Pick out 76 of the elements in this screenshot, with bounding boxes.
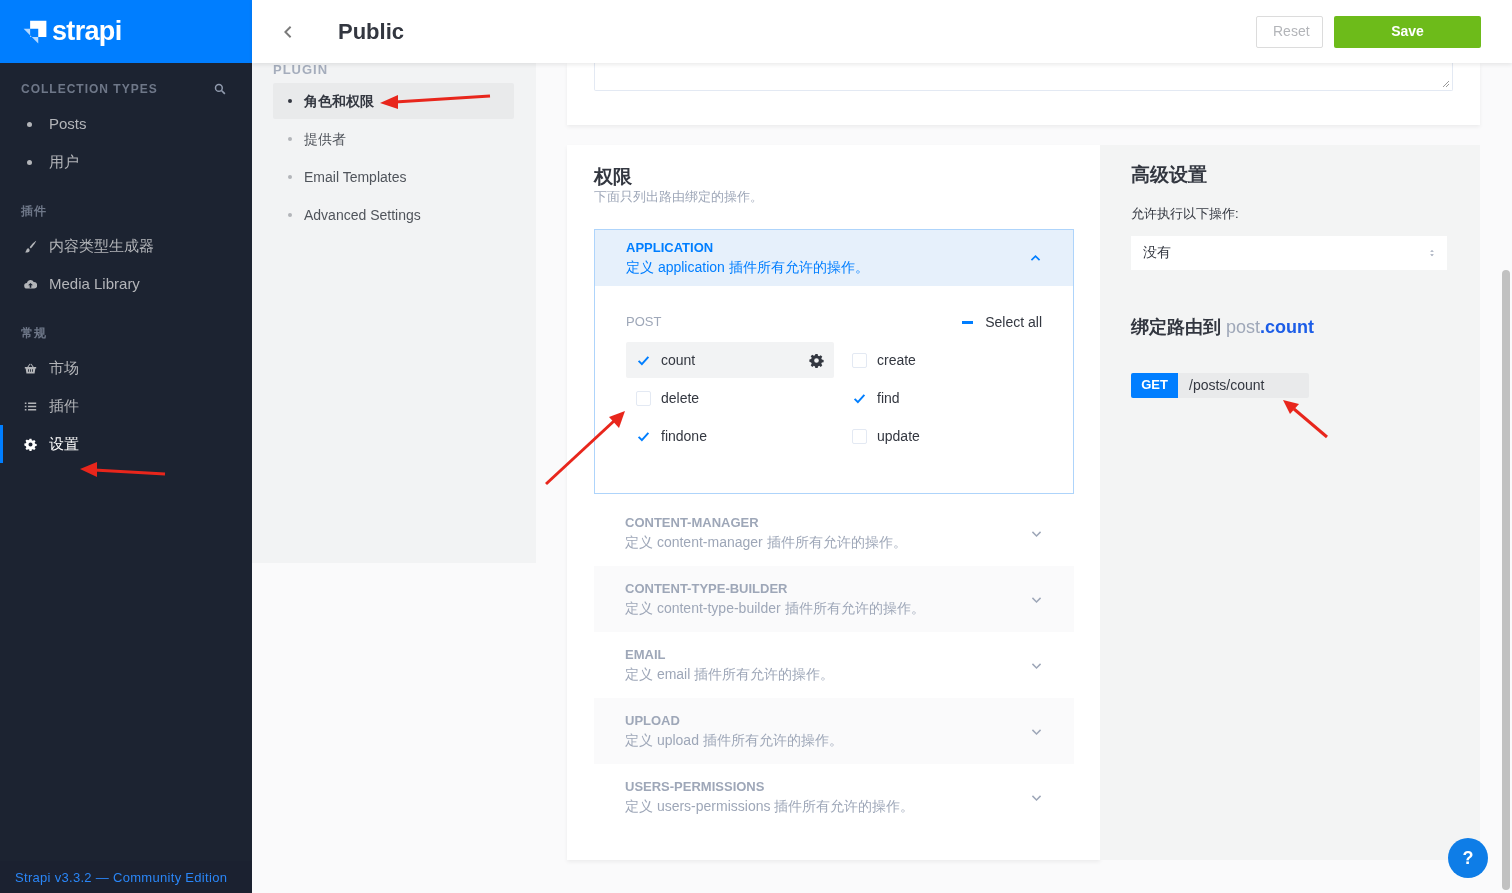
route-path: /posts/count (1188, 375, 1265, 395)
logo-text: strapi (52, 15, 122, 49)
bullet-icon (27, 159, 32, 165)
description-textarea[interactable] (594, 63, 1453, 91)
sidebar-item[interactable]: 市场 (0, 349, 252, 387)
cloud-upload-icon (24, 277, 37, 291)
shopping-basket-icon (24, 361, 37, 375)
bullet-icon (288, 213, 292, 217)
arrow-annotation (1283, 400, 1328, 439)
plugin-name: EMAIL (625, 646, 667, 664)
bullet-icon (288, 175, 292, 179)
plugin-name: UPLOAD (625, 712, 681, 730)
http-method-badge: GET (1131, 372, 1178, 398)
action-label: findone (661, 426, 708, 446)
action-label: update (877, 426, 921, 446)
checkmark-icon (853, 391, 866, 405)
subnav-item[interactable]: 角色和权限 (273, 83, 514, 119)
plugin-description: 定义 users-permissions 插件所有允许的操作。 (625, 797, 915, 816)
subnav-item[interactable]: Email Templates (273, 159, 514, 195)
sidebar-item[interactable]: 插件 (0, 387, 252, 425)
settings-icon (24, 437, 37, 451)
checkmark-icon (637, 353, 650, 367)
sidebar-item[interactable]: 内容类型生成器 (0, 227, 252, 265)
resize-handle-icon (1442, 80, 1450, 88)
subnav-item[interactable]: 提供者 (273, 121, 514, 157)
action-label: find (877, 388, 901, 408)
bullet-icon (27, 121, 32, 127)
section-heading: 插件 (21, 203, 47, 220)
action-label: delete (661, 388, 701, 408)
permission-action[interactable]: delete (626, 380, 834, 416)
brush-icon (24, 239, 37, 253)
help-button[interactable]: ? (1448, 838, 1488, 878)
action-select[interactable]: 没有 (1131, 235, 1447, 270)
checkbox[interactable] (852, 428, 867, 444)
plugin-description: 定义 content-manager 插件所有允许的操作。 (625, 533, 907, 552)
permission-action[interactable]: find (842, 380, 1050, 416)
checkmark-icon (637, 429, 650, 443)
plugin-description: 定义 content-type-builder 插件所有允许的操作。 (625, 599, 925, 618)
sidebar-item[interactable]: 用户 (0, 143, 252, 181)
permission-action[interactable]: create (842, 342, 1050, 378)
permission-action[interactable]: count (626, 342, 834, 378)
panel-title: 高级设置 (1131, 163, 1208, 187)
action-label: count (661, 350, 697, 370)
permission-action[interactable]: findone (626, 418, 834, 454)
page-title: Public (338, 18, 405, 46)
strapi-logo-icon (22, 18, 48, 45)
section-title: 权限 (594, 165, 633, 189)
plugin-description: 定义 application 插件所有允许的操作。 (626, 258, 869, 277)
plugin-name: CONTENT-TYPE-BUILDER (625, 580, 789, 598)
list-icon (24, 399, 37, 413)
subnav-item[interactable]: Advanced Settings (273, 197, 514, 233)
settings-icon (809, 352, 824, 368)
section-subtitle: 下面只列出路由绑定的操作。 (594, 189, 764, 205)
plugin-description: 定义 email 插件所有允许的操作。 (625, 665, 835, 684)
action-label: create (877, 350, 917, 370)
plugin-name: CONTENT-MANAGER (625, 514, 760, 532)
search-icon (214, 83, 226, 95)
section-heading: 常规 (21, 325, 47, 342)
field-label: 允许执行以下操作: (1131, 205, 1240, 223)
plugin-name: APPLICATION (626, 239, 715, 257)
sidebar-item[interactable]: Posts (0, 105, 252, 143)
permission-action[interactable]: update (842, 418, 1050, 454)
section-heading: COLLECTION TYPES (21, 81, 158, 98)
checkbox[interactable] (852, 352, 867, 368)
select-value: 没有 (1143, 243, 1171, 262)
plugin-name: USERS-PERMISSIONS (625, 778, 766, 796)
bullet-icon (288, 99, 292, 103)
scrollbar[interactable] (1502, 270, 1510, 890)
select-all-checkbox[interactable]: Select all (960, 311, 1042, 333)
sidebar-item[interactable]: Media Library (0, 265, 252, 303)
bullet-icon (288, 137, 292, 141)
controller-name: POST (626, 313, 662, 332)
route-heading: 绑定路由到 post.count (1131, 315, 1316, 339)
section-heading: PLUGIN (273, 63, 330, 79)
checkbox[interactable] (636, 390, 651, 406)
plugin-description: 定义 upload 插件所有允许的操作。 (625, 731, 843, 750)
